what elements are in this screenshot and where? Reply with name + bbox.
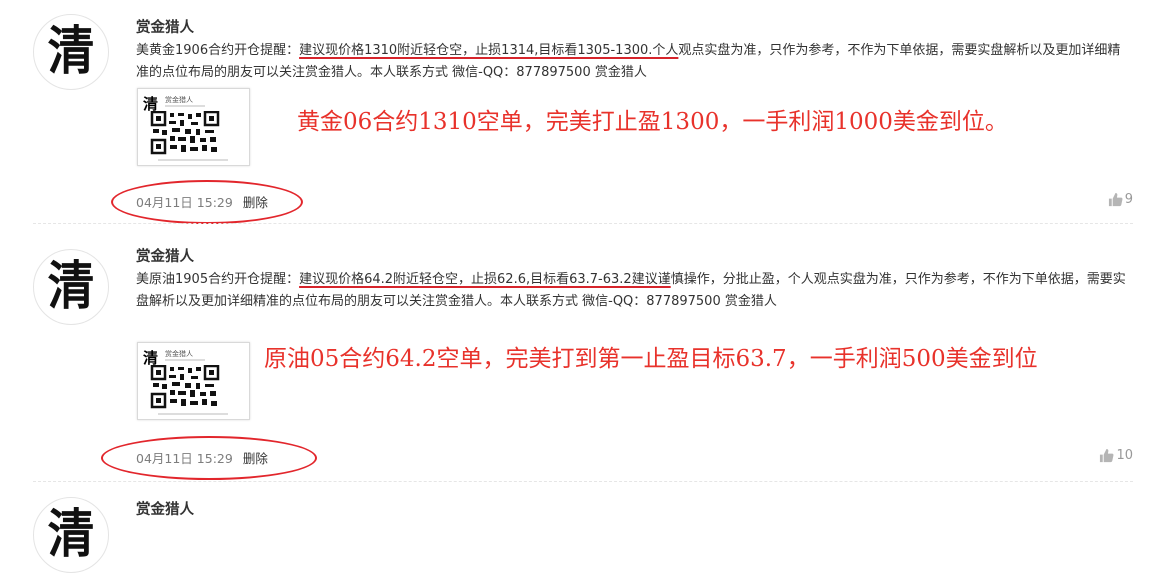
thumb-author: 赏金猎人 bbox=[165, 96, 193, 104]
qr-code-icon bbox=[150, 365, 220, 409]
thumbs-up-icon bbox=[1100, 448, 1114, 463]
like-button[interactable]: 10 bbox=[1099, 448, 1133, 463]
post-text: 美原油1905合约开仓提醒：建议现价格64.2附近轻仓空，止损62.6,目标看6… bbox=[136, 269, 1126, 313]
post-meta: 04月11日 15:29 删除 bbox=[136, 192, 268, 211]
post-timestamp: 04月11日 15:29 bbox=[136, 195, 233, 210]
avatar[interactable]: 清 bbox=[33, 497, 109, 573]
post-timestamp: 04月11日 15:29 bbox=[136, 451, 233, 466]
post-text-highlight: 建议现价格1310附近轻仓空，止损1314,目标看1305-1300.个人 bbox=[299, 43, 679, 58]
thumb-footer-line bbox=[158, 159, 228, 161]
avatar[interactable]: 清 bbox=[33, 14, 109, 90]
thumb-author: 赏金猎人 bbox=[165, 350, 193, 358]
like-count: 9 bbox=[1124, 192, 1133, 207]
thumb-divider bbox=[165, 105, 205, 107]
avatar-glyph: 清 bbox=[47, 21, 95, 82]
result-annotation: 黄金06合约1310空单，完美打止盈1300，一手利润1000美金到位。 bbox=[297, 109, 1008, 135]
qr-code-icon bbox=[150, 111, 220, 155]
like-button[interactable]: 9 bbox=[1108, 192, 1133, 207]
author-name[interactable]: 赏金猎人 bbox=[136, 498, 194, 519]
post-image-thumbnail[interactable]: 清 赏金猎人 bbox=[137, 342, 250, 420]
post-text: 美黄金1906合约开仓提醒：建议现价格1310附近轻仓空，止损1314,目标看1… bbox=[136, 40, 1126, 84]
post-divider bbox=[33, 223, 1133, 224]
post-text-prefix: 美黄金1906合约开仓提醒： bbox=[136, 43, 300, 58]
avatar[interactable]: 清 bbox=[33, 249, 109, 325]
like-count: 10 bbox=[1116, 448, 1133, 463]
post-meta: 04月11日 15:29 删除 bbox=[136, 448, 268, 467]
avatar-glyph: 清 bbox=[47, 256, 95, 317]
thumb-footer-line bbox=[158, 413, 228, 415]
post-text-prefix: 美原油1905合约开仓提醒： bbox=[136, 272, 300, 287]
delete-link[interactable]: 删除 bbox=[243, 195, 268, 210]
post-image-thumbnail[interactable]: 清 赏金猎人 bbox=[137, 88, 250, 166]
thumbs-up-icon bbox=[1108, 192, 1123, 207]
thumb-divider bbox=[165, 359, 205, 361]
post-feed: 清 赏金猎人 美黄金1906合约开仓提醒：建议现价格1310附近轻仓空，止损13… bbox=[0, 0, 1171, 573]
delete-link[interactable]: 删除 bbox=[243, 451, 268, 466]
post-text-highlight: 建议现价格64.2附近轻仓空，止损62.6,目标看63.7-63.2建议谨 bbox=[299, 272, 671, 287]
author-name[interactable]: 赏金猎人 bbox=[136, 245, 194, 266]
post-divider bbox=[33, 481, 1133, 482]
avatar-glyph: 清 bbox=[47, 504, 95, 565]
author-name[interactable]: 赏金猎人 bbox=[136, 16, 194, 37]
result-annotation: 原油05合约64.2空单，完美打到第一止盈目标63.7，一手利润500美金到位 bbox=[264, 346, 1038, 372]
